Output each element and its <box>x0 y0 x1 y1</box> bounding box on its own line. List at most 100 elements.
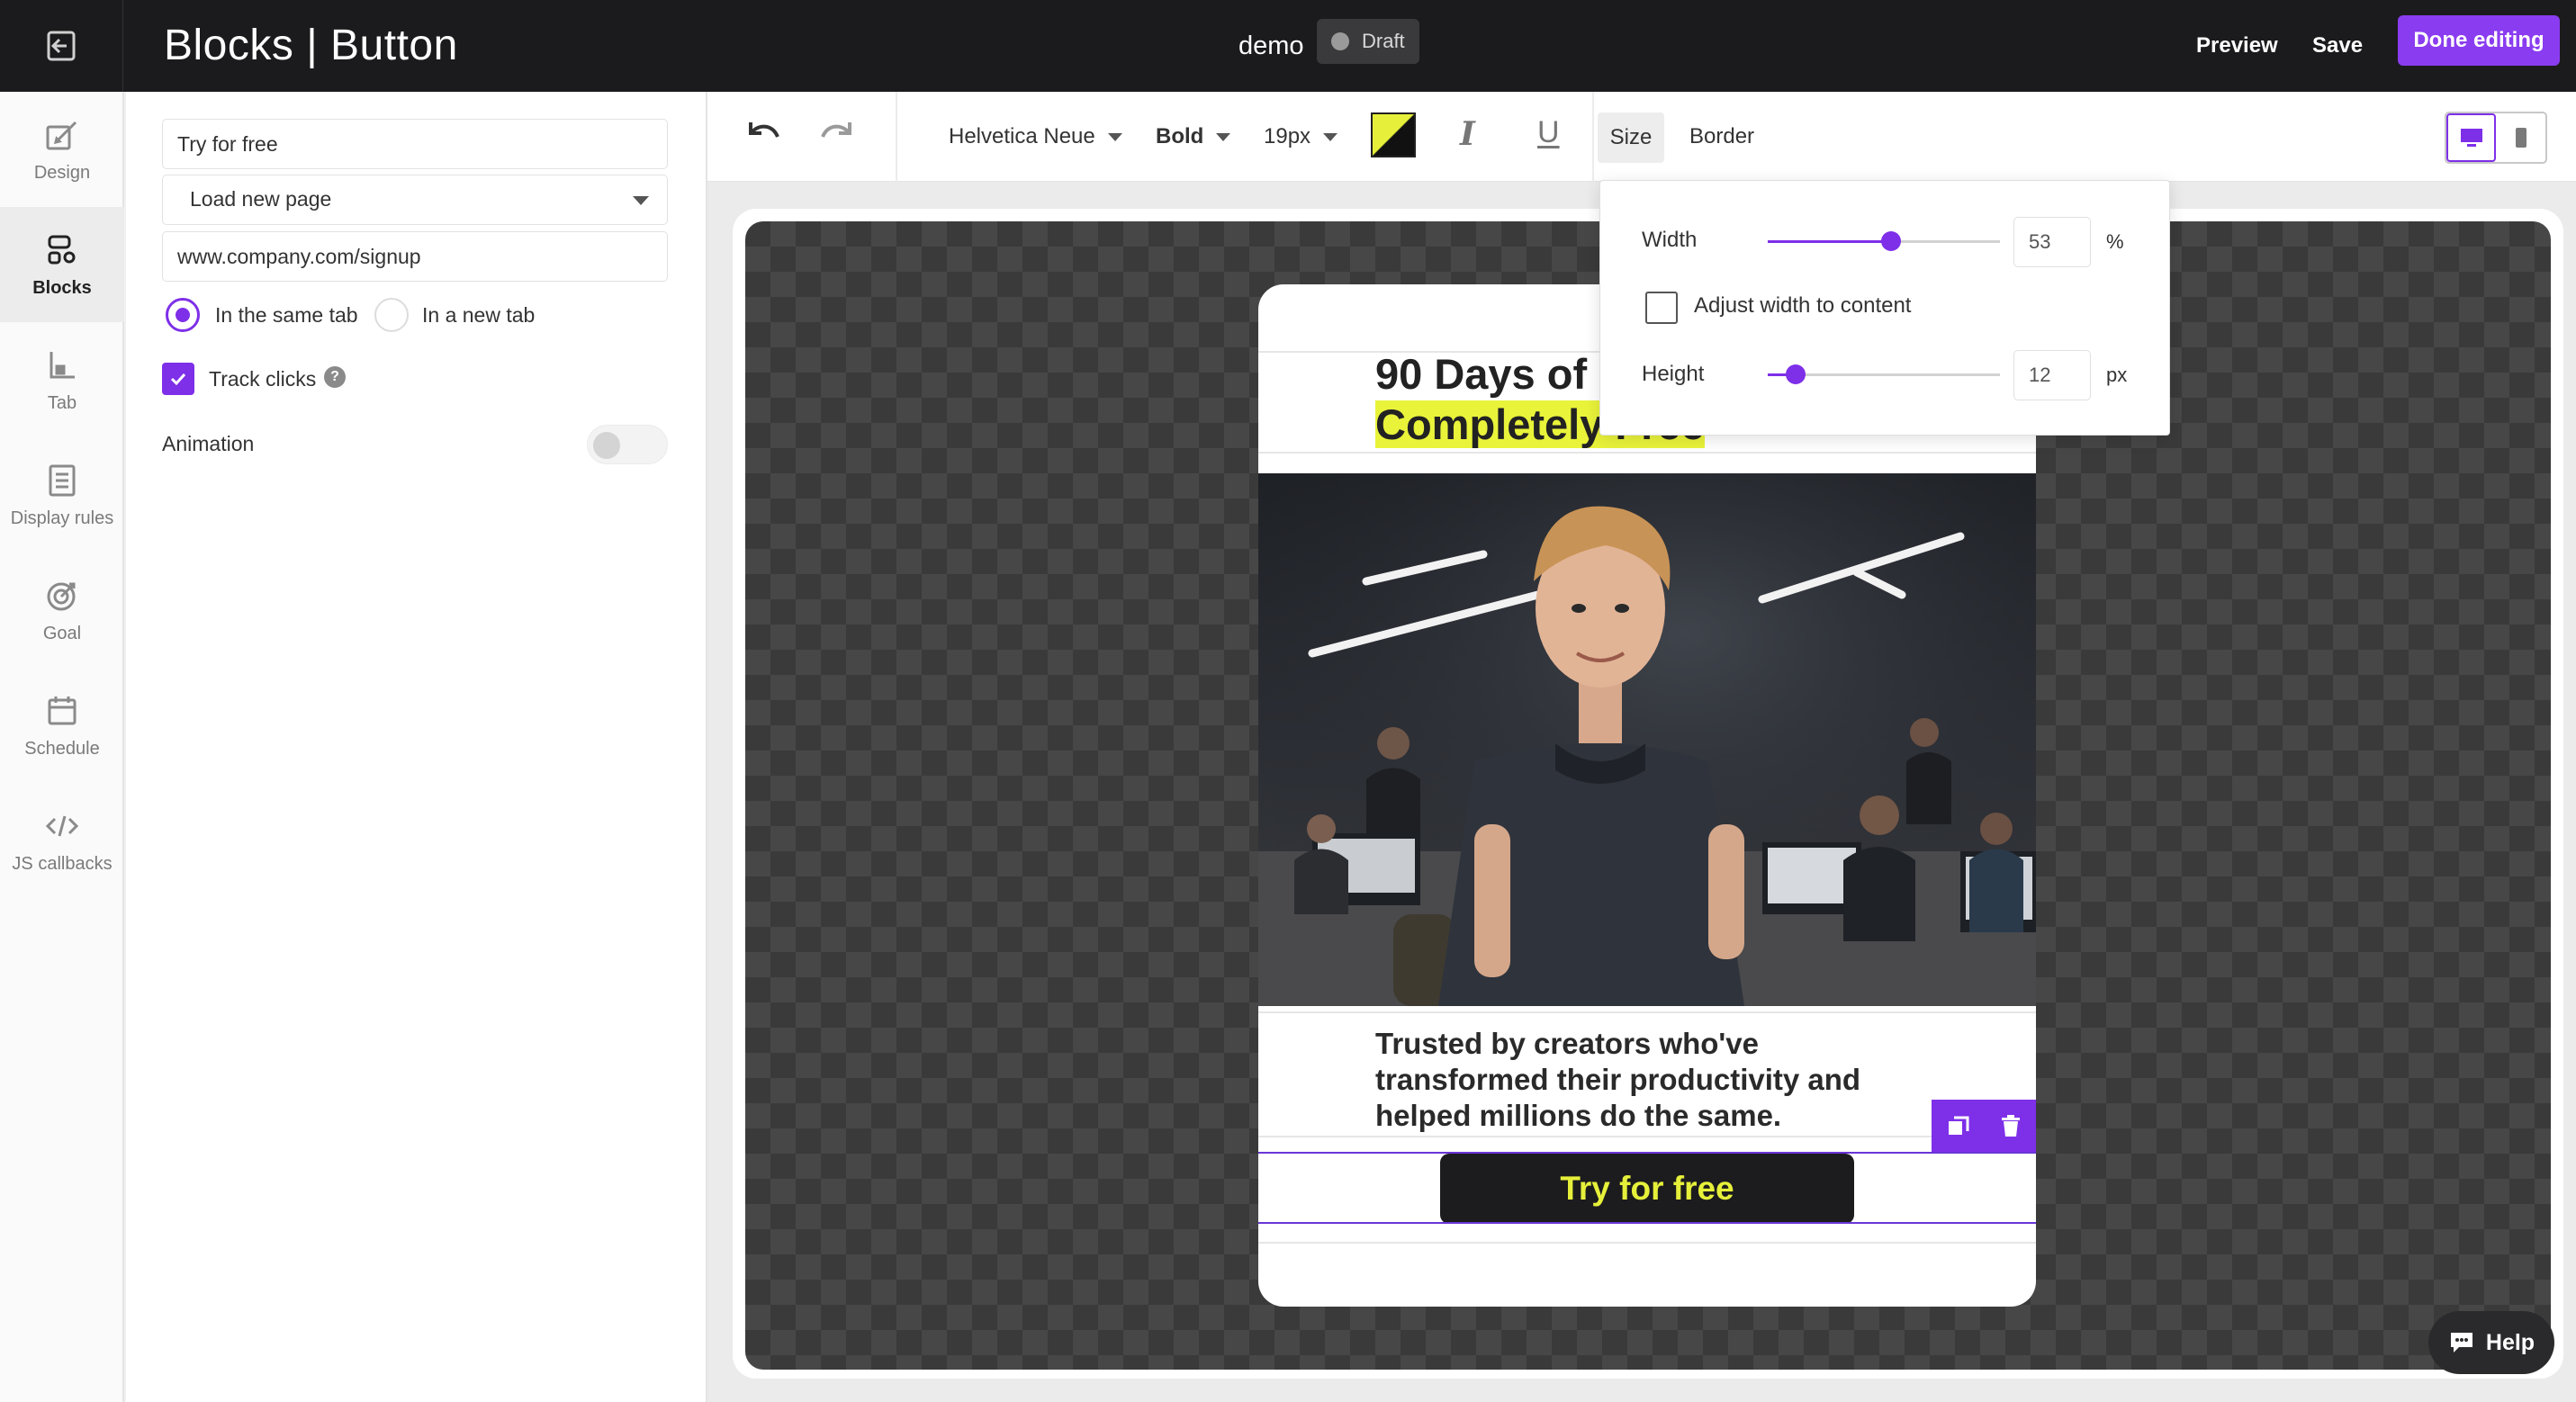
font-weight-select[interactable]: Bold <box>1156 119 1231 155</box>
underline-icon[interactable]: U <box>1537 115 1560 150</box>
help-label: Help <box>2485 1329 2535 1355</box>
done-editing-button[interactable]: Done editing <box>2398 15 2560 66</box>
width-slider-fill <box>1768 240 1891 243</box>
radio-new-tab[interactable] <box>374 298 409 332</box>
nav-label: Tab <box>47 392 77 413</box>
nav-item-tab[interactable]: Tab <box>0 322 124 437</box>
adjust-width-checkbox[interactable] <box>1645 292 1678 324</box>
page-title: Blocks | Button <box>164 22 458 69</box>
width-label: Width <box>1642 228 1698 252</box>
left-nav: Design Blocks Tab Display rules Goal Sch… <box>0 92 124 1402</box>
status-text: Draft <box>1362 30 1405 52</box>
help-button[interactable]: Help <box>2428 1311 2554 1374</box>
width-input[interactable]: 53 <box>2013 217 2091 267</box>
button-text-input[interactable] <box>162 119 668 169</box>
target-icon <box>47 582 76 610</box>
tab-border[interactable]: Border <box>1689 119 1754 155</box>
exit-button[interactable] <box>0 0 123 92</box>
toolbar-divider <box>1592 92 1594 182</box>
track-clicks-checkbox[interactable] <box>162 363 194 395</box>
nav-label: Blocks <box>32 277 92 298</box>
selection-outline-bottom <box>1258 1222 2036 1224</box>
block-guide <box>1258 1011 2036 1013</box>
desktop-icon <box>2460 129 2482 147</box>
nav-label: Goal <box>42 623 82 643</box>
radio-same-tab-label: In the same tab <box>215 303 358 327</box>
popup-subtext[interactable]: Trusted by creators who've transformed t… <box>1375 1026 1933 1134</box>
mobile-icon <box>2515 128 2526 148</box>
blocks-icon <box>48 235 76 264</box>
exit-icon <box>47 31 76 61</box>
device-toggle <box>2445 112 2547 164</box>
width-slider[interactable] <box>1768 231 2000 251</box>
desktop-view-button[interactable] <box>2446 113 2497 162</box>
cta-button[interactable]: Try for free <box>1440 1154 1854 1224</box>
tab-icon <box>50 351 75 378</box>
check-icon <box>170 373 186 386</box>
block-guide <box>1258 1242 2036 1244</box>
font-family-value: Helvetica Neue <box>949 124 1095 148</box>
font-weight-value: Bold <box>1156 124 1204 148</box>
nav-item-js-callbacks[interactable]: JS callbacks <box>0 783 124 898</box>
redo-button[interactable] <box>815 115 857 159</box>
nav-label: Schedule <box>24 738 100 759</box>
radio-same-tab[interactable] <box>166 298 200 332</box>
code-icon <box>45 815 79 836</box>
font-size-select[interactable]: 19px <box>1264 119 1338 155</box>
tab-size[interactable]: Size <box>1598 112 1664 163</box>
adjust-width-label: Adjust width to content <box>1694 293 1912 318</box>
nav-item-design[interactable]: Design <box>0 92 124 207</box>
nav-item-goal[interactable]: Goal <box>0 553 124 668</box>
block-guide <box>1258 1136 2036 1137</box>
url-input[interactable] <box>162 231 668 282</box>
hero-image[interactable] <box>1258 473 2036 1006</box>
popup-preview: 90 Days of Completely Free Trusted by cr… <box>1258 284 2036 1307</box>
width-unit: % <box>2106 230 2124 253</box>
help-question-icon[interactable]: ? <box>324 366 346 388</box>
nav-item-schedule[interactable]: Schedule <box>0 668 124 783</box>
chevron-down-icon <box>1216 132 1231 141</box>
person-office-photo <box>1258 473 2036 1006</box>
nav-item-blocks[interactable]: Blocks <box>0 207 124 322</box>
italic-icon[interactable]: I <box>1460 115 1475 153</box>
undo-icon <box>749 122 779 138</box>
block-guide <box>1258 452 2036 454</box>
preview-button[interactable]: Preview <box>2196 25 2278 67</box>
trash-icon[interactable] <box>1999 1113 2022 1138</box>
nav-label: Display rules <box>10 508 114 528</box>
animation-toggle[interactable] <box>587 425 668 464</box>
chevron-down-icon <box>1323 132 1338 141</box>
button-settings-panel: Load new page In the same tab In a new t… <box>126 92 707 1402</box>
height-slider-handle[interactable] <box>1785 364 1806 384</box>
chevron-down-icon <box>1107 132 1122 141</box>
nav-item-display-rules[interactable]: Display rules <box>0 437 124 553</box>
size-popover: Width 53 % Adjust width to content Heigh… <box>1599 180 2170 436</box>
status-badge: Draft <box>1317 19 1419 64</box>
track-clicks-label: Track clicks <box>209 367 317 391</box>
chat-icon <box>2450 1333 2472 1353</box>
font-size-value: 19px <box>1264 124 1311 148</box>
top-bar: Blocks | Button demo Draft Preview Save … <box>0 0 2576 92</box>
block-actions <box>1932 1100 2036 1152</box>
radio-new-tab-label: In a new tab <box>422 303 536 327</box>
campaign-name[interactable]: demo <box>1238 25 1304 67</box>
save-button[interactable]: Save <box>2312 25 2363 67</box>
brush-icon <box>46 121 77 149</box>
width-slider-handle[interactable] <box>1880 231 1901 251</box>
calendar-icon <box>48 696 77 724</box>
height-input[interactable]: 12 <box>2013 350 2091 400</box>
height-slider[interactable] <box>1768 364 2000 384</box>
undo-button[interactable] <box>743 115 785 159</box>
status-dot-icon <box>1331 32 1349 50</box>
height-unit: px <box>2106 364 2128 386</box>
duplicate-icon[interactable] <box>1946 1113 1971 1138</box>
font-family-select[interactable]: Helvetica Neue <box>949 119 1122 155</box>
nav-label: JS callbacks <box>12 853 113 874</box>
action-select[interactable]: Load new page <box>162 175 668 225</box>
mobile-view-button[interactable] <box>2496 113 2545 162</box>
height-label: Height <box>1642 362 1705 386</box>
action-select-value: Load new page <box>190 187 332 211</box>
chevron-down-icon <box>633 196 649 205</box>
redo-icon <box>821 122 851 138</box>
color-swatch-button[interactable] <box>1371 112 1416 157</box>
